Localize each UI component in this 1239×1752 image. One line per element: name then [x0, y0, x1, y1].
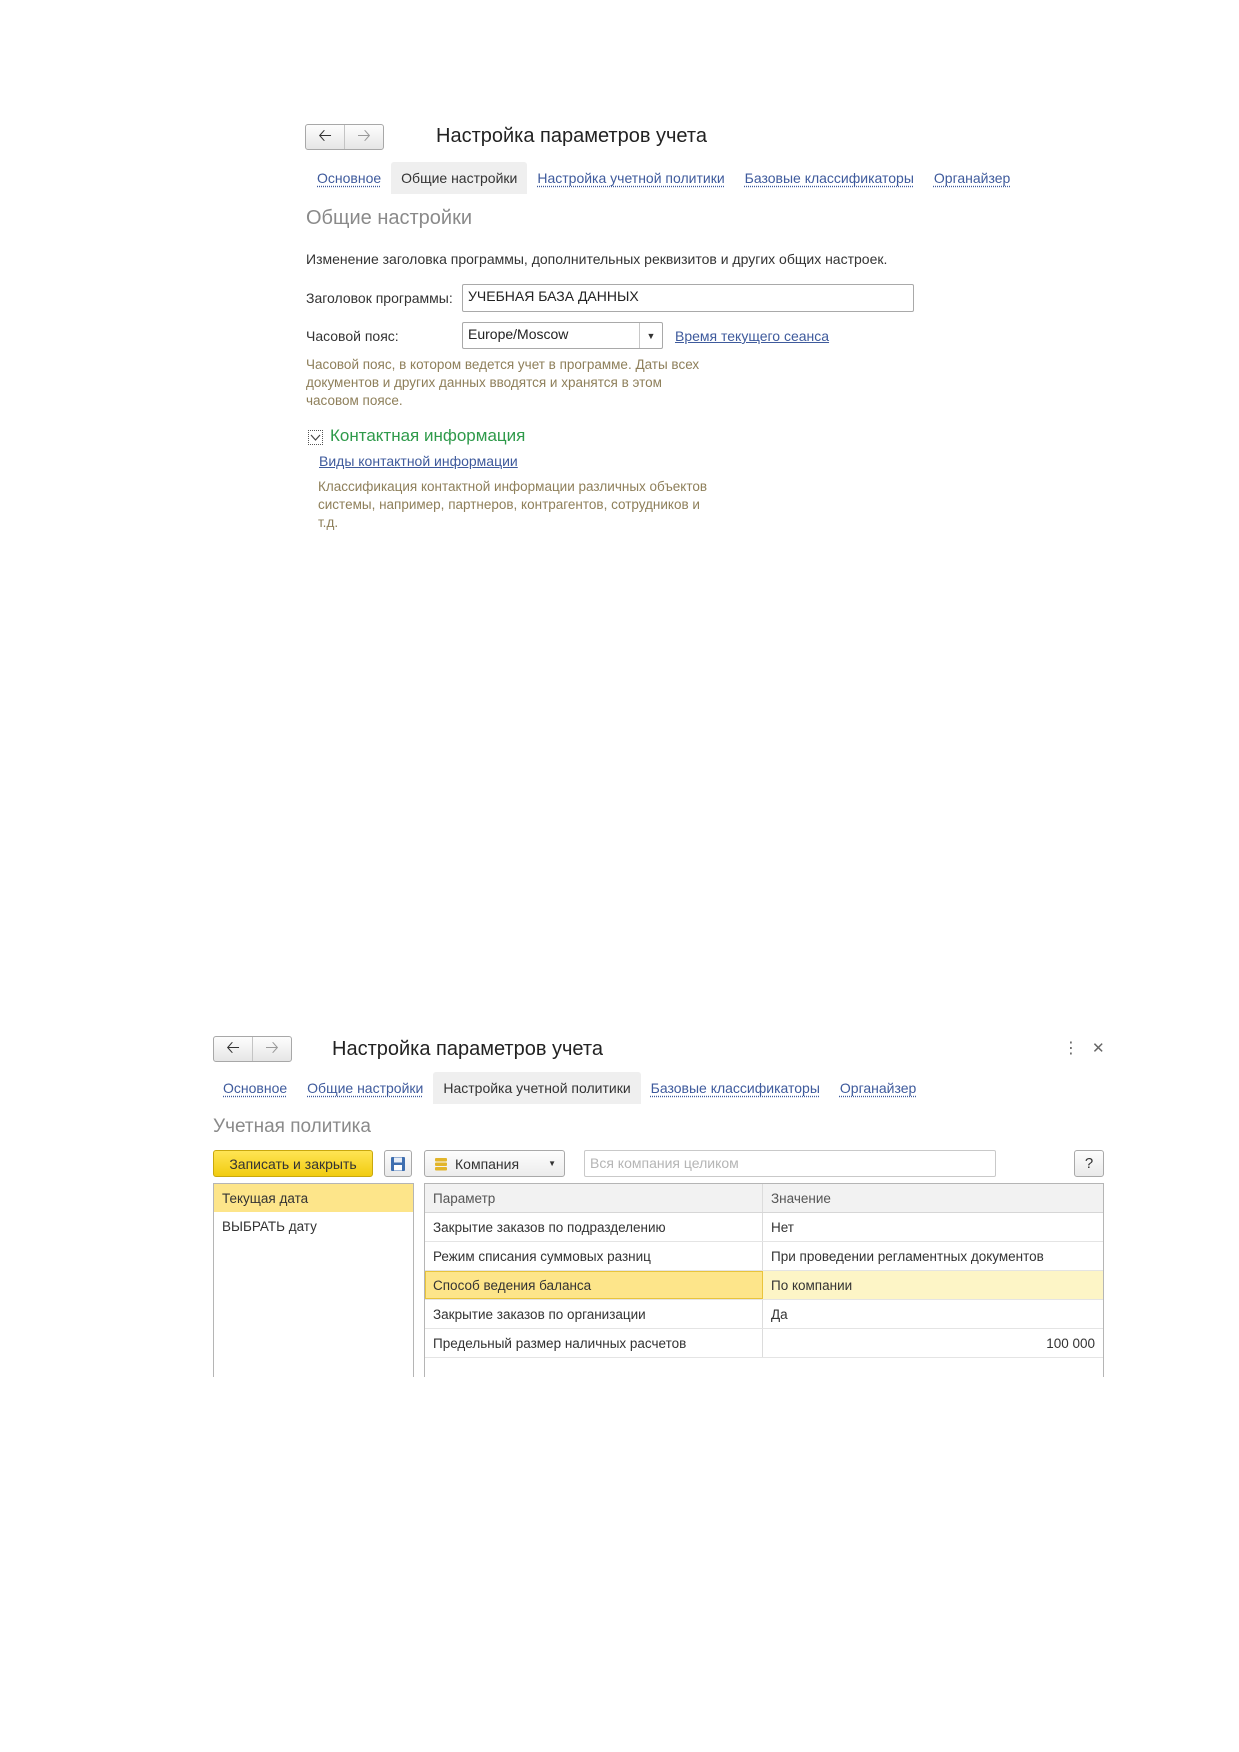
- timezone-value: Europe/Moscow: [468, 326, 569, 342]
- nav-buttons: 🡠 🡢: [305, 124, 384, 150]
- save-button[interactable]: [384, 1150, 412, 1177]
- policy-table: Параметр Значение Закрытие заказов по по…: [424, 1183, 1104, 1377]
- contact-hint-line: Классификация контактной информации разл…: [318, 479, 708, 494]
- floppy-disk-icon: [391, 1156, 405, 1171]
- cell-value[interactable]: При проведении регламентных документов: [763, 1242, 1103, 1270]
- save-and-close-button[interactable]: Записать и закрыть: [213, 1150, 373, 1177]
- company-select[interactable]: Компания ▼: [424, 1150, 565, 1177]
- cell-parameter: Предельный размер наличных расчетов: [425, 1329, 763, 1357]
- program-title-label: Заголовок программы:: [306, 290, 453, 306]
- company-select-value: Компания: [455, 1155, 520, 1172]
- table-row[interactable]: Закрытие заказов по подразделению Нет: [425, 1213, 1103, 1242]
- company-input[interactable]: Вся компания целиком: [584, 1150, 996, 1177]
- collapse-toggle[interactable]: [308, 430, 323, 445]
- contact-hint-line: т.д.: [318, 515, 339, 530]
- tab-base-classifiers[interactable]: Базовые классификаторы: [641, 1072, 830, 1104]
- tab-base-classifiers[interactable]: Базовые классификаторы: [735, 162, 924, 194]
- back-arrow-icon[interactable]: 🡠: [306, 125, 344, 149]
- cell-parameter: Закрытие заказов по организации: [425, 1300, 763, 1328]
- table-row[interactable]: Режим списания суммовых разниц При прове…: [425, 1242, 1103, 1271]
- column-header-value[interactable]: Значение: [763, 1184, 1103, 1212]
- program-title-input[interactable]: УЧЕБНАЯ БАЗА ДАННЫХ: [462, 284, 914, 312]
- cell-parameter: Режим списания суммовых разниц: [425, 1242, 763, 1270]
- cell-value[interactable]: 100 000: [763, 1329, 1103, 1357]
- chevron-down-icon[interactable]: ▼: [639, 323, 662, 348]
- list-item[interactable]: Текущая дата: [214, 1184, 413, 1212]
- tab-bar: Основное Общие настройки Настройка учетн…: [307, 162, 1020, 194]
- contact-hint: Классификация контактной информации разл…: [318, 478, 758, 532]
- timezone-hint-line: документов и других данных вводятся и хр…: [306, 375, 662, 390]
- date-list: Текущая дата ВЫБРАТЬ дату: [213, 1183, 414, 1377]
- cell-value[interactable]: Нет: [763, 1213, 1103, 1241]
- timezone-hint-line: часовом поясе.: [306, 393, 403, 408]
- section-title: Учетная политика: [213, 1116, 371, 1137]
- form-title: Настройка параметров учета: [436, 125, 707, 147]
- back-arrow-icon[interactable]: 🡠: [214, 1037, 252, 1061]
- cell-value[interactable]: Да: [763, 1300, 1103, 1328]
- tab-bar: Основное Общие настройки Настройка учетн…: [213, 1072, 926, 1104]
- session-time-link[interactable]: Время текущего сеанса: [675, 328, 829, 344]
- timezone-select[interactable]: Europe/Moscow ▼: [462, 322, 663, 349]
- tab-general-settings[interactable]: Общие настройки: [391, 162, 528, 194]
- database-icon: [435, 1157, 447, 1170]
- table-row[interactable]: Закрытие заказов по организации Да: [425, 1300, 1103, 1329]
- tab-organizer[interactable]: Органайзер: [830, 1072, 926, 1104]
- tab-accounting-policy[interactable]: Настройка учетной политики: [433, 1072, 641, 1104]
- chevron-down-icon: [310, 434, 321, 441]
- cell-parameter: Способ ведения баланса: [425, 1271, 763, 1299]
- close-icon[interactable]: ✕: [1092, 1039, 1105, 1057]
- forward-arrow-icon[interactable]: 🡢: [252, 1037, 291, 1061]
- list-item[interactable]: ВЫБРАТЬ дату: [214, 1212, 413, 1240]
- timezone-hint: Часовой пояс, в котором ведется учет в п…: [306, 356, 746, 410]
- section-description: Изменение заголовка программы, дополните…: [306, 251, 888, 267]
- nav-buttons: 🡠 🡢: [213, 1036, 292, 1062]
- tab-main[interactable]: Основное: [213, 1072, 297, 1104]
- cell-parameter: Закрытие заказов по подразделению: [425, 1213, 763, 1241]
- more-menu-icon[interactable]: ⋮: [1063, 1038, 1079, 1058]
- tab-main[interactable]: Основное: [307, 162, 391, 194]
- section-title: Общие настройки: [306, 207, 472, 229]
- table-row[interactable]: Предельный размер наличных расчетов 100 …: [425, 1329, 1103, 1358]
- forward-arrow-icon[interactable]: 🡢: [344, 125, 383, 149]
- tab-organizer[interactable]: Органайзер: [924, 162, 1020, 194]
- cell-value[interactable]: По компании: [763, 1271, 1103, 1299]
- chevron-down-icon: ▼: [548, 1159, 556, 1168]
- tab-general-settings[interactable]: Общие настройки: [297, 1072, 433, 1104]
- tab-accounting-policy[interactable]: Настройка учетной политики: [527, 162, 734, 194]
- contact-hint-line: системы, например, партнеров, контрагент…: [318, 497, 700, 512]
- contact-group-title[interactable]: Контактная информация: [330, 426, 525, 446]
- column-header-parameter[interactable]: Параметр: [425, 1184, 763, 1212]
- timezone-label: Часовой пояс:: [306, 328, 399, 344]
- timezone-hint-line: Часовой пояс, в котором ведется учет в п…: [306, 357, 700, 372]
- contact-kinds-link[interactable]: Виды контактной информации: [319, 453, 518, 469]
- table-header: Параметр Значение: [425, 1184, 1103, 1213]
- form-title: Настройка параметров учета: [332, 1038, 603, 1060]
- table-row[interactable]: Способ ведения баланса По компании: [425, 1271, 1103, 1300]
- help-button[interactable]: ?: [1074, 1150, 1104, 1177]
